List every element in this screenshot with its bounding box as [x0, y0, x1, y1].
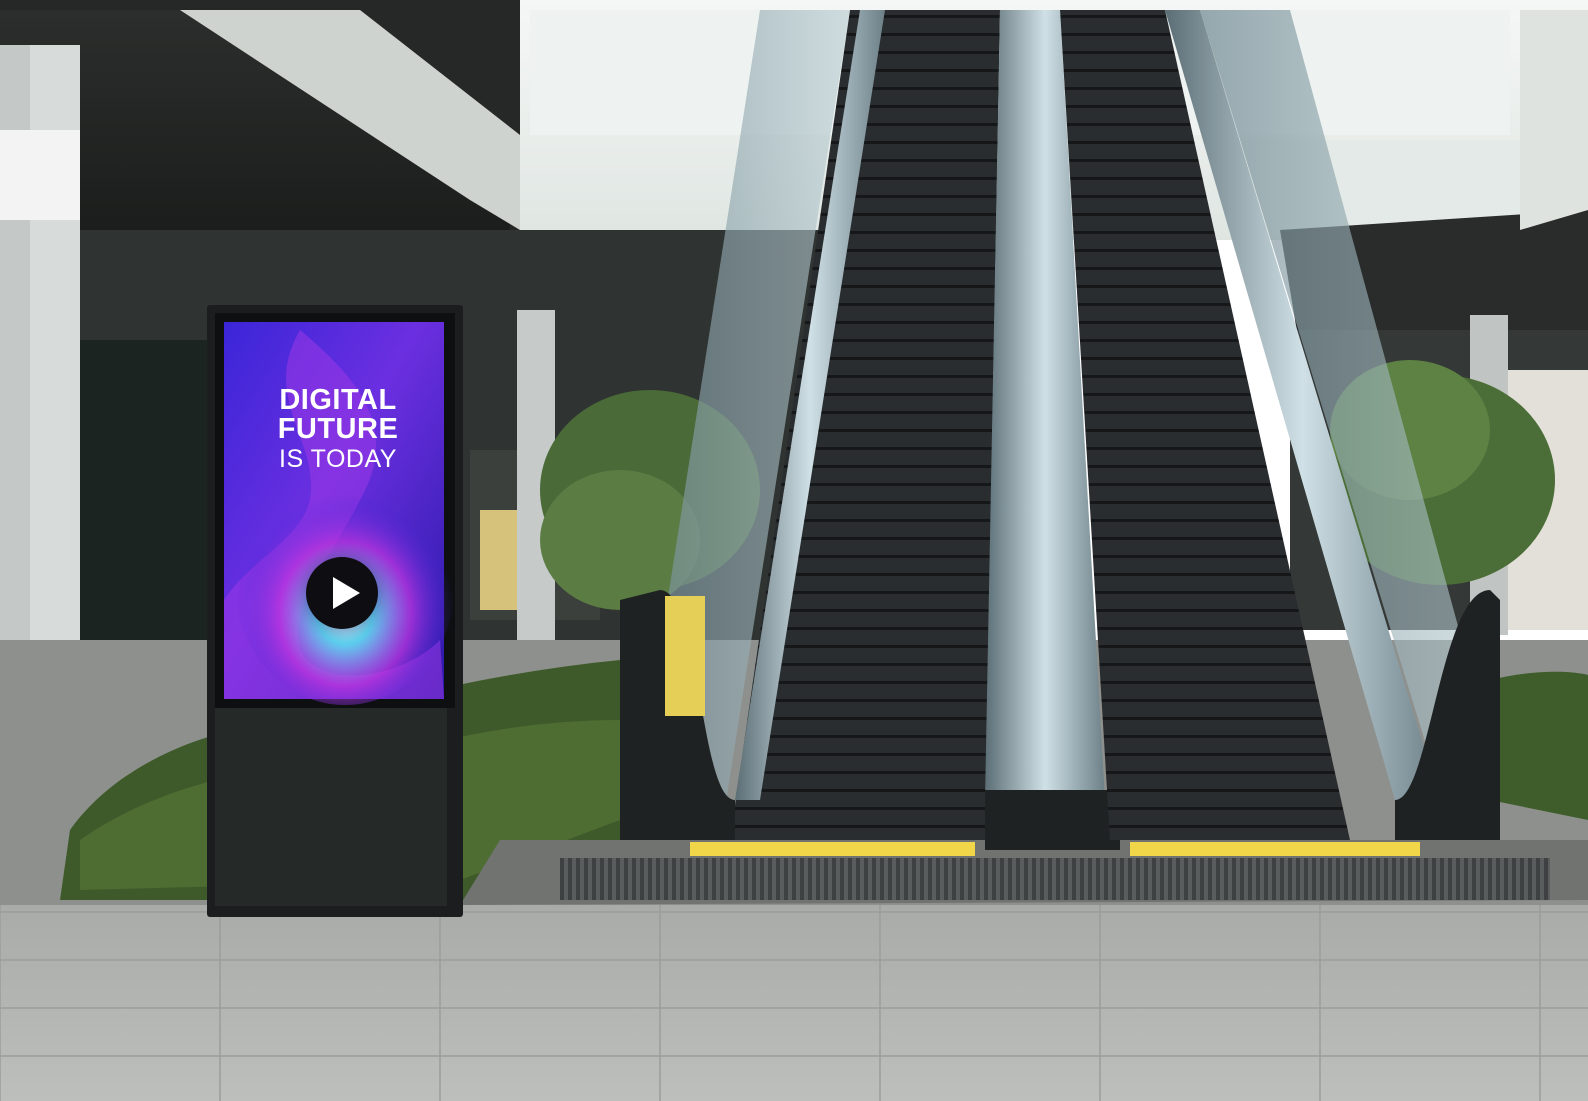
headline-line-future: FUTURE [277, 413, 399, 445]
play-button-icon[interactable] [306, 557, 378, 629]
play-triangle-icon [333, 577, 360, 609]
headline-line-digital: DIGITAL [279, 384, 397, 416]
mall-escalator-scene: DIGITAL FUTURE IS TODAY [0, 0, 1588, 1101]
scene-illustration [0, 0, 1588, 1101]
headline-line-is-today: IS TODAY [279, 445, 397, 473]
kiosk-headline: DIGITAL FUTURE IS TODAY [238, 386, 438, 474]
